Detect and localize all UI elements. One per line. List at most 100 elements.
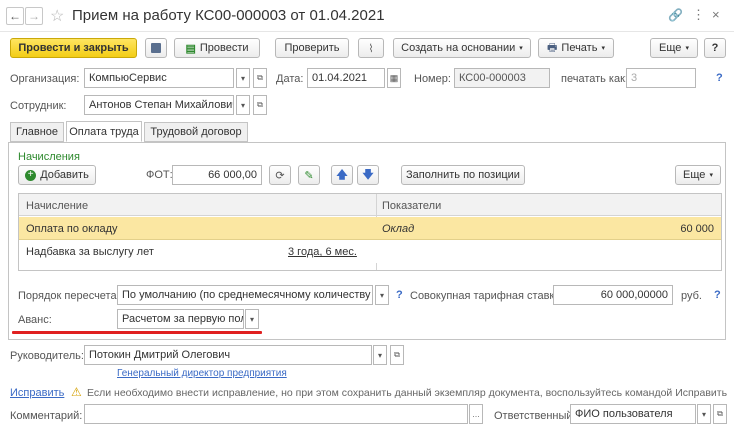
manager-field[interactable]: Потокин Дмитрий Олегович bbox=[84, 345, 372, 365]
arrow-up-icon: 🡅 bbox=[336, 168, 348, 181]
manager-label: Руководитель: bbox=[10, 350, 84, 362]
comment-expand-button[interactable]: … bbox=[469, 404, 483, 424]
tab-labor-contract[interactable]: Трудовой договор bbox=[144, 122, 248, 142]
org-open-button[interactable]: ⧉ bbox=[253, 68, 267, 88]
calendar-button[interactable]: ▦ bbox=[387, 68, 401, 88]
print-as-field[interactable]: 3 bbox=[626, 68, 696, 88]
back-button[interactable]: ← bbox=[6, 7, 24, 25]
plus-circle-icon: + bbox=[25, 169, 37, 181]
chevron-down-icon: ▾ bbox=[601, 45, 605, 52]
recalc-label: Порядок пересчета: bbox=[18, 290, 120, 302]
post-button[interactable]: ▤ Провести bbox=[174, 38, 260, 58]
advance-field[interactable]: Расчетом за первую полов bbox=[117, 309, 244, 329]
close-icon[interactable]: × bbox=[712, 7, 720, 22]
total-rate-field[interactable]: 60 000,00000 bbox=[553, 285, 673, 305]
chevron-down-icon: ▾ bbox=[709, 172, 713, 179]
recalc-field[interactable]: По умолчанию (по среднемесячному количес… bbox=[117, 285, 373, 305]
window-title: Прием на работу КС00-000003 от 01.04.202… bbox=[72, 7, 385, 24]
org-label: Организация: bbox=[10, 73, 80, 85]
forward-button[interactable]: → bbox=[25, 7, 43, 25]
row-accrual-name: Надбавка за выслугу лет bbox=[26, 246, 154, 258]
accruals-more-button[interactable]: Еще ▾ bbox=[675, 165, 721, 185]
employee-open-button[interactable]: ⧉ bbox=[253, 95, 267, 115]
tab-payroll[interactable]: Оплата труда bbox=[66, 121, 142, 142]
chevron-down-icon: ▾ bbox=[685, 45, 689, 52]
employee-label: Сотрудник: bbox=[10, 100, 67, 112]
employee-dropdown-button[interactable]: ▾ bbox=[236, 95, 250, 115]
responsible-label: Ответственный: bbox=[494, 410, 576, 422]
total-rate-label: Совокупная тарифная ставка: bbox=[410, 290, 564, 302]
responsible-dropdown-button[interactable]: ▾ bbox=[697, 404, 711, 424]
table-header bbox=[19, 194, 721, 216]
fill-by-position-button[interactable]: Заполнить по позиции bbox=[401, 165, 525, 185]
post-label: Провести bbox=[199, 42, 249, 54]
responsible-open-button[interactable]: ⧉ bbox=[713, 404, 727, 424]
responsible-field[interactable]: ФИО пользователя bbox=[570, 404, 696, 424]
org-field[interactable]: КомпьюСервис bbox=[84, 68, 234, 88]
check-button[interactable]: Проверить bbox=[275, 38, 349, 58]
number-field[interactable]: КС00-000003 bbox=[454, 68, 550, 88]
post-and-close-button[interactable]: Провести и закрыть bbox=[10, 38, 137, 58]
column-header-indicators[interactable]: Показатели bbox=[382, 200, 441, 212]
move-down-button[interactable]: 🡇 bbox=[357, 165, 379, 185]
currency-label: руб. bbox=[681, 290, 702, 302]
help-icon[interactable]: ? bbox=[716, 72, 723, 84]
employee-field[interactable]: Антонов Степан Михайлович bbox=[84, 95, 234, 115]
check-label: Проверить bbox=[284, 42, 340, 54]
fix-note-text: Если необходимо внести исправление, но п… bbox=[87, 387, 728, 399]
fot-field[interactable]: 66 000,00 bbox=[172, 165, 262, 185]
create-based-label: Создать на основании bbox=[401, 42, 516, 54]
fix-link[interactable]: Исправить bbox=[10, 387, 64, 399]
more-label: Еще bbox=[659, 42, 682, 54]
accruals-section-title: Начисления bbox=[18, 151, 80, 163]
more-button[interactable]: Еще ▾ bbox=[650, 38, 698, 58]
post-and-close-label: Провести и закрыть bbox=[18, 42, 129, 54]
pencil-icon: ✎ bbox=[304, 169, 314, 182]
chevron-down-icon: ▾ bbox=[519, 45, 523, 52]
manager-position-link[interactable]: Генеральный директор предприятия bbox=[117, 368, 287, 379]
refresh-button[interactable]: ⟳ bbox=[269, 165, 291, 185]
post-icon: ▤ bbox=[185, 42, 196, 55]
org-dropdown-button[interactable]: ▾ bbox=[236, 68, 250, 88]
more-menu-icon[interactable]: ⋮ bbox=[692, 7, 705, 23]
number-label: Номер: bbox=[414, 73, 451, 85]
comment-label: Комментарий: bbox=[10, 410, 83, 422]
advance-dropdown-button[interactable]: ▾ bbox=[245, 309, 259, 329]
table-row[interactable] bbox=[19, 217, 721, 240]
manager-dropdown-button[interactable]: ▾ bbox=[373, 345, 387, 365]
date-field[interactable]: 01.04.2021 bbox=[307, 68, 385, 88]
help-icon[interactable]: ? bbox=[714, 289, 721, 301]
manager-open-button[interactable]: ⧉ bbox=[390, 345, 404, 365]
save-icon bbox=[151, 43, 161, 53]
accruals-more-label: Еще bbox=[683, 169, 706, 181]
save-button[interactable] bbox=[145, 38, 167, 58]
move-up-button[interactable]: 🡅 bbox=[331, 165, 353, 185]
print-button[interactable]: 🖶 Печать ▾ bbox=[538, 38, 614, 58]
fot-label: ФОТ: bbox=[146, 169, 173, 181]
edit-button[interactable]: ✎ bbox=[298, 165, 320, 185]
add-accrual-button[interactable]: + Добавить bbox=[18, 165, 96, 185]
seniority-detail-link[interactable]: 3 года, 6 мес. bbox=[288, 246, 357, 258]
create-based-button[interactable]: Создать на основании ▾ bbox=[393, 38, 531, 58]
advance-label: Аванс: bbox=[18, 314, 52, 326]
attach-button[interactable]: ⌇ bbox=[358, 38, 384, 58]
tab-main[interactable]: Главное bbox=[10, 122, 64, 142]
row-indicator-value: 60 000 bbox=[680, 223, 714, 235]
row-accrual-name: Оплата по окладу bbox=[26, 223, 118, 235]
star-icon[interactable]: ☆ bbox=[50, 6, 64, 26]
fill-by-position-label: Заполнить по позиции bbox=[406, 169, 520, 181]
comment-field[interactable] bbox=[84, 404, 468, 424]
warning-icon: ⚠ bbox=[71, 385, 82, 399]
refresh-icon: ⟳ bbox=[275, 169, 285, 182]
help-button[interactable]: ? bbox=[704, 38, 726, 58]
printer-icon: 🖶 bbox=[547, 41, 558, 54]
print-as-label: печатать как: bbox=[561, 73, 628, 85]
help-label: ? bbox=[711, 42, 719, 54]
recalc-dropdown-button[interactable]: ▾ bbox=[375, 285, 389, 305]
add-label: Добавить bbox=[40, 169, 89, 181]
link-icon[interactable]: 🔗 bbox=[668, 8, 683, 22]
red-underline bbox=[12, 331, 262, 334]
column-header-accrual[interactable]: Начисление bbox=[26, 200, 88, 212]
print-label: Печать bbox=[561, 42, 598, 54]
help-icon[interactable]: ? bbox=[396, 289, 403, 301]
